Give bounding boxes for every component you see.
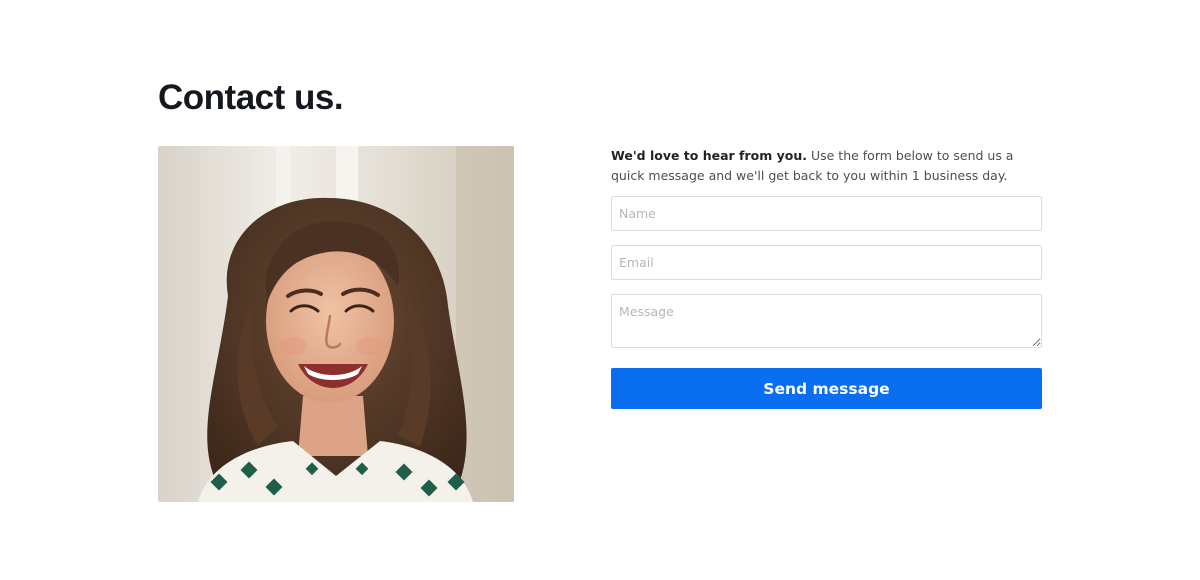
send-message-button[interactable]: Send message [611, 368, 1042, 409]
name-field[interactable] [611, 196, 1042, 231]
page-title: Contact us. [158, 78, 344, 117]
message-field[interactable] [611, 294, 1042, 348]
form-intro-bold: We'd love to hear from you. [611, 148, 807, 163]
contact-form: We'd love to hear from you. Use the form… [611, 146, 1042, 409]
contact-photo [158, 146, 514, 502]
woman-portrait-image [158, 146, 514, 502]
email-field[interactable] [611, 245, 1042, 280]
form-intro: We'd love to hear from you. Use the form… [611, 146, 1042, 186]
